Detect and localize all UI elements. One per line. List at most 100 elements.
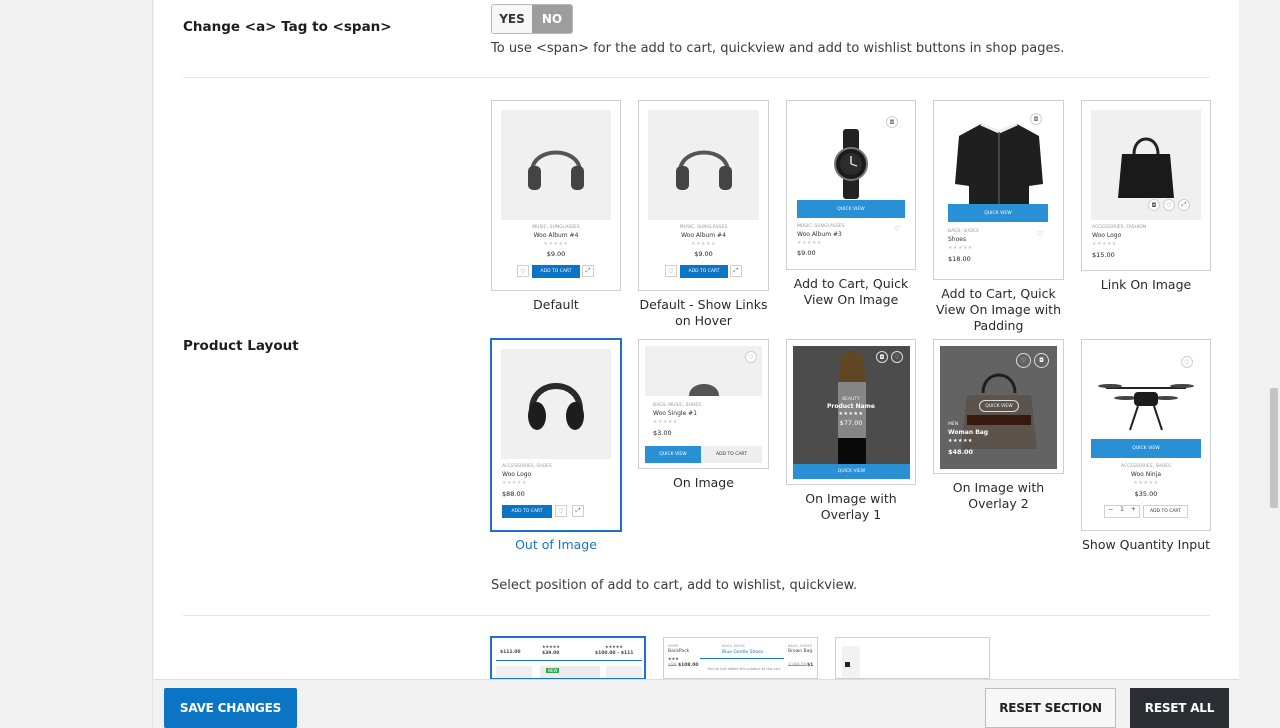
headphones-icon <box>528 150 584 190</box>
reset-all-button[interactable]: RESET ALL <box>1130 688 1229 728</box>
wishlist-heart-icon: ♡ <box>1163 199 1175 211</box>
mini-name: Blue Gentle Shoes <box>722 650 764 655</box>
divider <box>183 77 1210 78</box>
tag-option-toggle[interactable]: YES NO <box>491 4 573 34</box>
layout-option-link-on-image[interactable]: ◘ ♡ ⤢ ACCESSORIES, FASHION Woo Logo ★★★★… <box>1081 100 1211 293</box>
product-rating: ★★★★★ <box>948 438 973 444</box>
layout-option-on-image[interactable]: ♡ BAGS, MUSIC, SHOES Woo Single #1 ★★★★★… <box>638 339 769 491</box>
mini-rating: ★★★★★ <box>605 644 623 649</box>
product-category: ACCESSORIES, SHOES <box>502 464 552 469</box>
product-price: $77.00 <box>839 419 863 427</box>
mini-price-c: $100.00 – $111 <box>595 651 634 656</box>
layout-thumb: ◘ ♡ BEAUTY Product Name ★★★★★ $77.00 QUI… <box>786 339 916 485</box>
mini-rating: ★★★★★ <box>542 644 560 649</box>
product-price: $9.00 <box>546 250 566 258</box>
cart-icon: ◘ <box>1034 353 1049 368</box>
quantity-stepper: − 1 + <box>1104 505 1140 518</box>
layout-option-caption: Add to Cart, Quick View On Image <box>793 276 909 307</box>
mini-rating: ★★★ <box>668 656 679 661</box>
add-to-cart-button: ADD TO CART <box>701 446 762 463</box>
layout-option-caption: On Image <box>673 475 734 490</box>
quickview-pill: QUICK VIEW <box>979 400 1019 412</box>
product-name: Shoes <box>948 236 967 243</box>
quickview-icon: ⤢ <box>582 265 594 277</box>
product-category: ACCESSORIES, SHOES <box>1121 464 1171 469</box>
wishlist-heart-icon: ♡ <box>745 351 757 363</box>
product-name: Woo Single #1 <box>653 410 698 417</box>
toggle-yes[interactable]: YES <box>492 5 532 33</box>
mini-cat: BAGS, SHOES <box>788 644 812 648</box>
product-name: Woo Album #3 <box>797 231 842 238</box>
reset-section-button[interactable]: RESET SECTION <box>985 688 1116 728</box>
layout-option-cart-quickview-on-image[interactable]: ◘ QUICK VIEW MUSIC, SUNGLASSES Woo Album… <box>786 100 916 308</box>
layout-option-overlay-1[interactable]: ◘ ♡ BEAUTY Product Name ★★★★★ $77.00 QUI… <box>786 339 916 523</box>
cart-icon: ◘ <box>886 116 898 128</box>
next-option-1[interactable]: $111.00 ★★★★★ $39.00 ★★★★★ $100.00 – $11… <box>491 637 645 679</box>
save-changes-button[interactable]: SAVE CHANGES <box>164 688 297 728</box>
cart-icon: ◘ <box>1148 199 1160 211</box>
handbag-icon <box>1118 137 1174 198</box>
product-rating: ★★★★★ <box>653 419 678 425</box>
tag-option-description: To use <span> for the add to cart, quick… <box>491 41 1065 56</box>
layout-option-default-hover[interactable]: MUSIC, SUNGLASSES Woo Album #4 ★★★★★ $9.… <box>638 100 769 329</box>
mini-divider <box>700 658 784 659</box>
product-name: Woman Bag <box>948 429 989 436</box>
mini-image <box>496 666 532 678</box>
product-price: $9.00 <box>797 249 816 257</box>
layout-option-caption: Default - Show Links on Hover <box>639 297 768 328</box>
scrollbar-thumb[interactable] <box>1270 388 1278 508</box>
product-layout-label: Product Layout <box>183 338 299 354</box>
minus-icon: − <box>1108 506 1114 513</box>
layout-option-quantity-input[interactable]: ♡ QUICK VIEW ACCESSORIES, SHOES Woo Ninj… <box>1081 339 1211 553</box>
mini-old-price: $99 <box>668 663 677 668</box>
product-image <box>501 110 611 220</box>
layout-option-overlay-2[interactable]: ♡ ◘ QUICK VIEW MEN Woman Bag ★★★★★ $48.0… <box>933 339 1064 512</box>
headphones-icon <box>528 383 584 430</box>
layout-option-caption: Show Quantity Input <box>1081 537 1211 552</box>
next-option-3[interactable] <box>835 637 990 679</box>
layout-thumb: ◘ ♡ ⤢ ACCESSORIES, FASHION Woo Logo ★★★★… <box>1081 100 1211 271</box>
left-gutter <box>0 0 153 728</box>
product-rating: ★★★★★ <box>838 411 864 417</box>
product-category: BAGS, SHOES <box>948 229 979 234</box>
layout-option-default[interactable]: MUSIC, SUNGLASSES Woo Album #4 ★★★★★ $9.… <box>491 100 621 313</box>
product-price: $48.00 <box>948 448 974 456</box>
layout-thumb: ♡ QUICK VIEW ACCESSORIES, SHOES Woo Ninj… <box>1081 339 1211 531</box>
layout-option-cart-quickview-padding[interactable]: ◘ QUICK VIEW BAGS, SHOES Shoes ★★★★★ $18… <box>933 100 1064 334</box>
product-rating: ★★★★★ <box>797 240 822 246</box>
add-to-cart-button: ADD TO CART <box>532 265 580 278</box>
toggle-no[interactable]: NO <box>532 5 572 33</box>
wishlist-heart-icon: ♡ <box>1037 230 1044 238</box>
product-rating: ★★★★★ <box>1092 241 1117 247</box>
quantity-value: 1 <box>1120 506 1124 513</box>
wishlist-heart-icon: ♡ <box>1181 356 1193 368</box>
scrollbar-track[interactable] <box>1268 0 1280 728</box>
layout-option-out-of-image[interactable]: ACCESSORIES, SHOES Woo Logo ★★★★★ $88.00… <box>491 339 621 553</box>
quickview-bar: QUICK VIEW <box>645 446 701 463</box>
plus-icon: + <box>1130 506 1136 513</box>
quickview-bar: QUICK VIEW <box>1091 439 1201 458</box>
layout-thumb: ♡ BAGS, MUSIC, SHOES Woo Single #1 ★★★★★… <box>638 339 769 469</box>
product-category: MUSIC, SUNGLASSES <box>679 225 728 230</box>
product-price: $18.00 <box>948 255 971 263</box>
wishlist-heart-icon: ♡ <box>517 265 529 277</box>
product-image <box>645 346 762 396</box>
jacket-icon <box>954 122 1043 214</box>
product-rating: ★★★★★ <box>1133 480 1159 486</box>
product-category: BEAUTY <box>842 397 860 402</box>
headphones-icon <box>675 150 732 190</box>
add-to-cart-button: ADD TO CART <box>680 265 728 278</box>
cart-icon: ◘ <box>876 351 888 363</box>
mini-price: $108.00 <box>678 663 699 668</box>
layout-thumb: ◘ QUICK VIEW BAGS, SHOES Shoes ★★★★★ $18… <box>933 100 1064 280</box>
product-category: MEN <box>948 422 959 427</box>
layout-thumb: ♡ ◘ QUICK VIEW MEN Woman Bag ★★★★★ $48.0… <box>933 339 1064 474</box>
layout-option-caption: Add to Cart, Quick View On Image with Pa… <box>935 286 1061 333</box>
layout-thumb: ACCESSORIES, SHOES Woo Logo ★★★★★ $88.00… <box>491 339 621 531</box>
layout-thumb: MUSIC, SUNGLASSES Woo Album #4 ★★★★★ $9.… <box>638 100 769 291</box>
watch-icon <box>834 129 868 199</box>
next-option-2[interactable]: HOME BackPack ★★★ $99 $108.00 BAGS, MUSI… <box>663 637 818 679</box>
mini-cat: BAGS, MUSIC <box>722 644 746 648</box>
product-category: MUSIC, SUNGLASSES <box>797 224 845 229</box>
hat-icon <box>688 384 719 396</box>
